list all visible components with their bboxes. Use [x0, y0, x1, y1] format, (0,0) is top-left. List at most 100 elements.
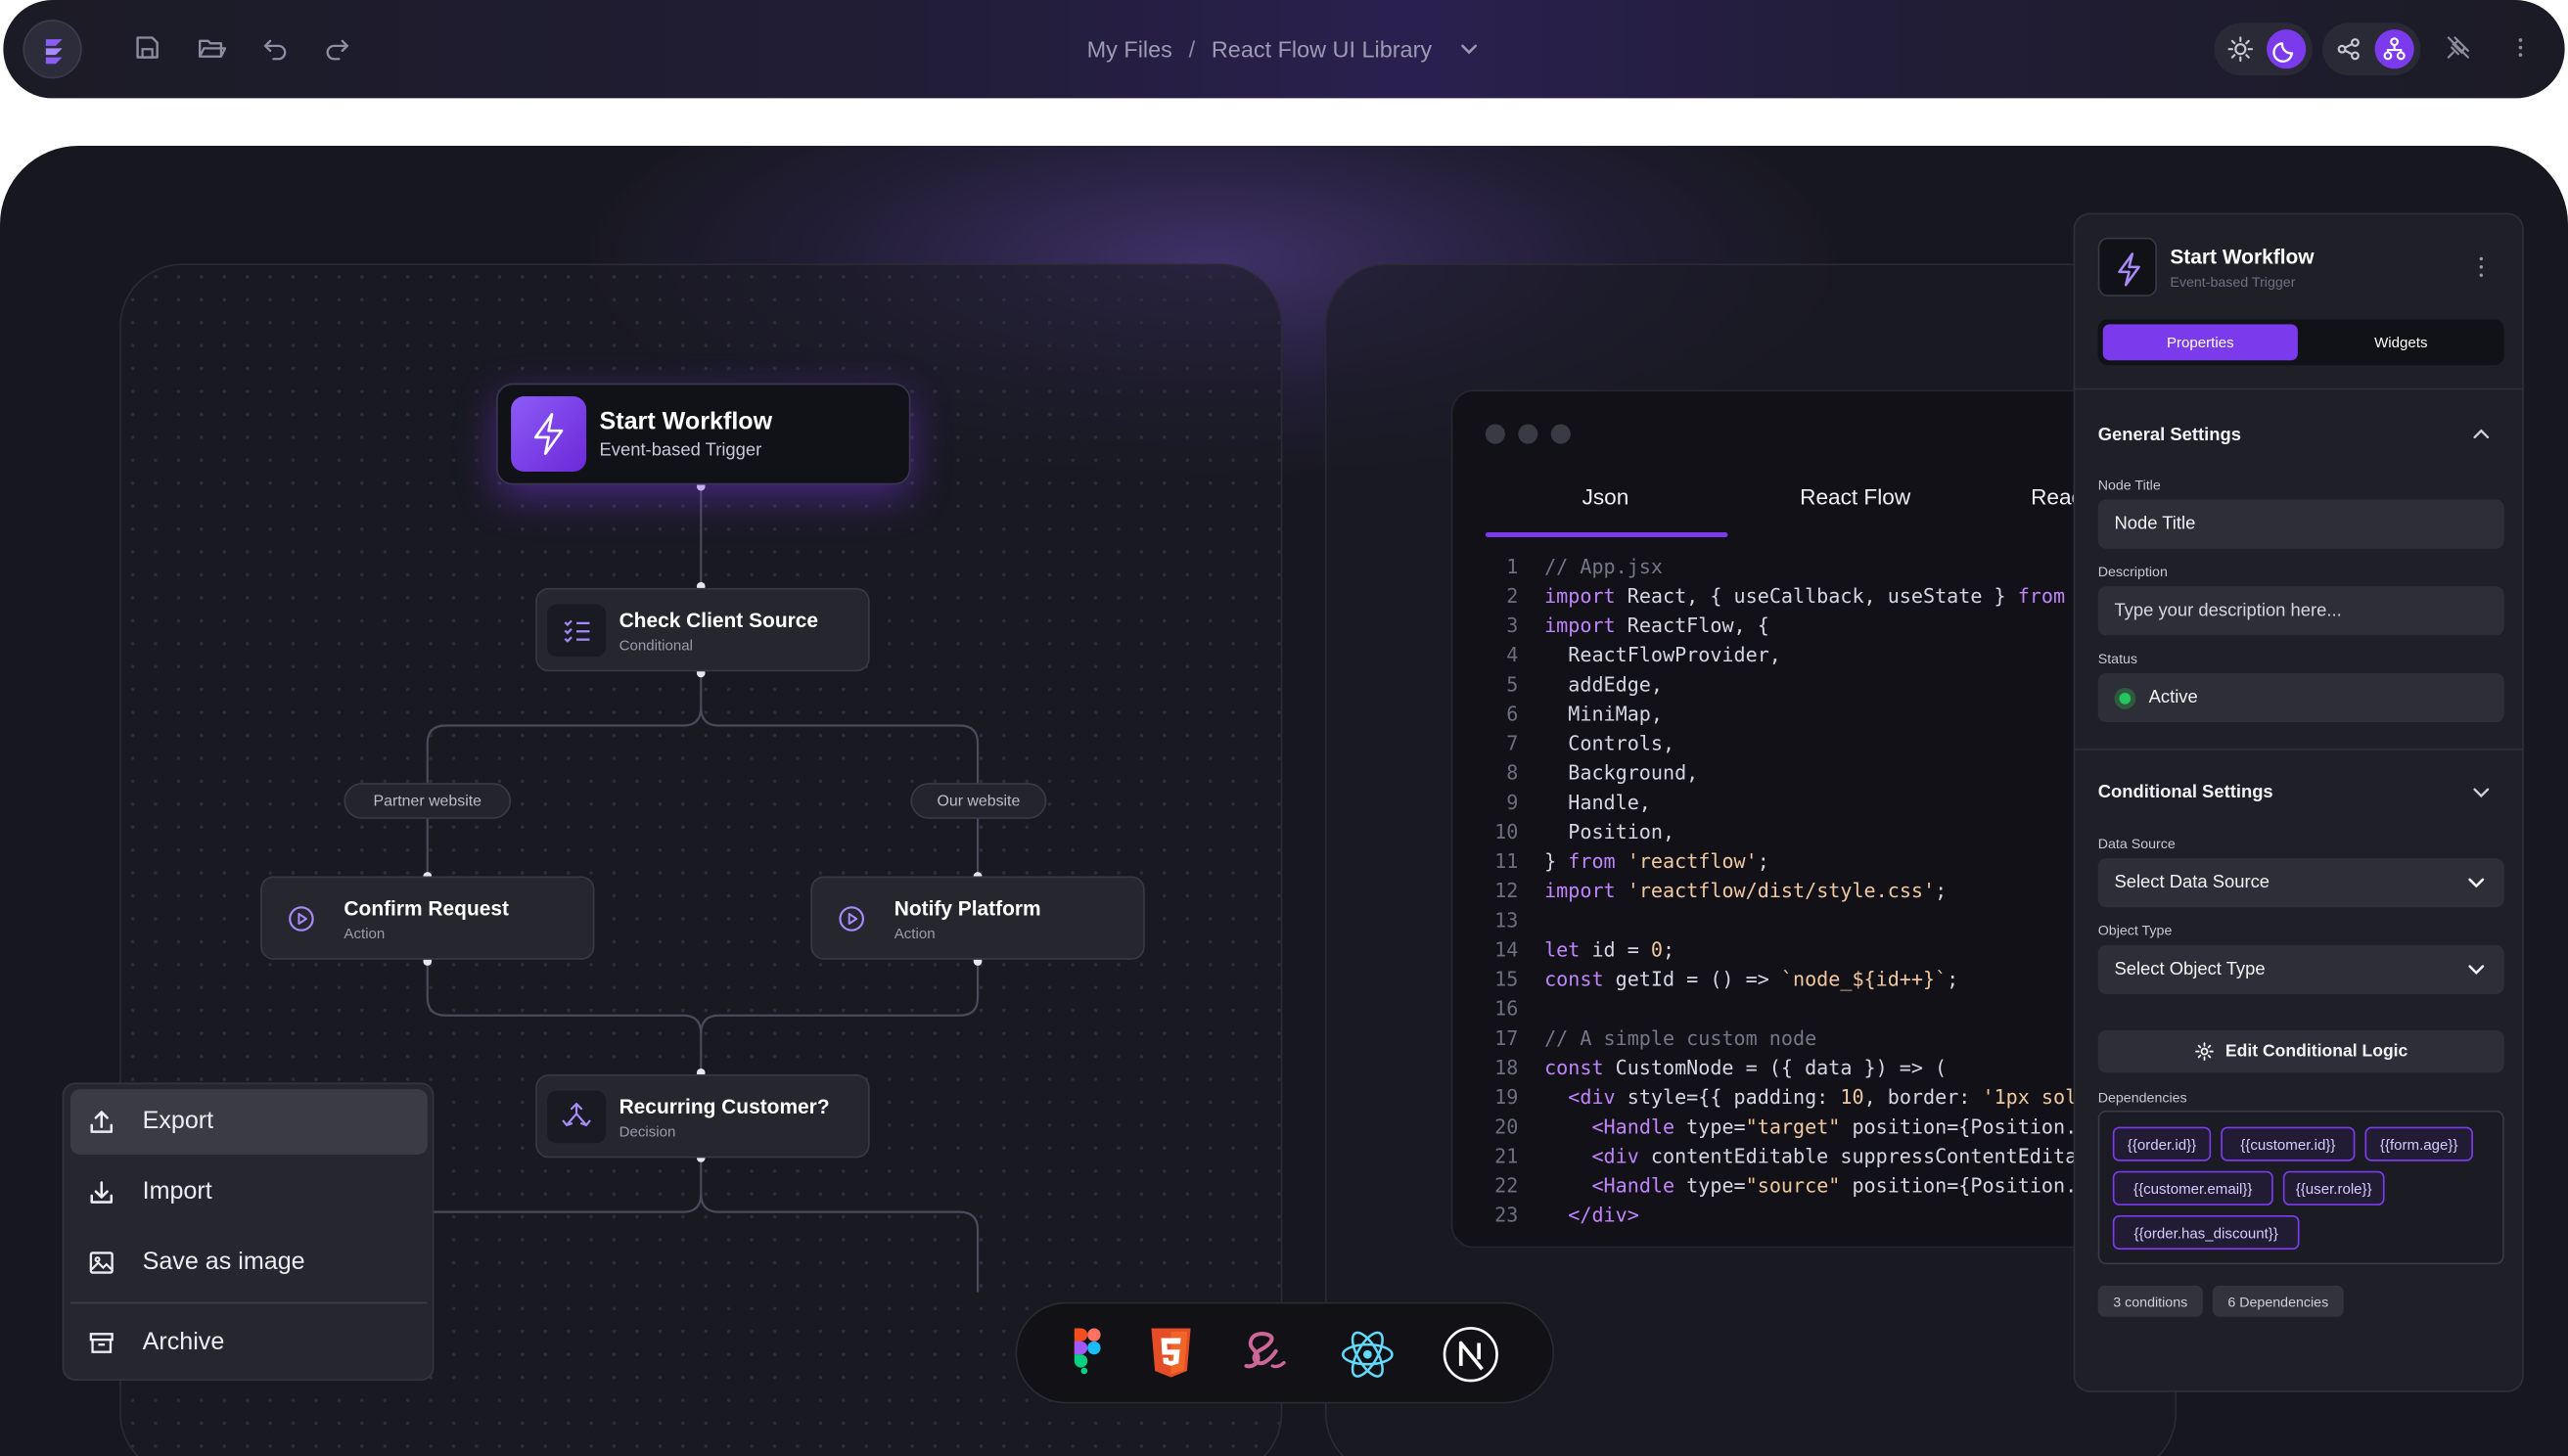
data-source-label: Data Source: [2097, 835, 2176, 852]
flow-icon: [2383, 37, 2406, 61]
more-vertical-icon[interactable]: [2475, 253, 2488, 280]
confirm-request-node[interactable]: Confirm Request Action: [260, 876, 595, 960]
dependencies-label: Dependencies: [2097, 1089, 2187, 1106]
play-circle-icon: [839, 906, 865, 932]
status-select[interactable]: Active: [2097, 672, 2504, 723]
context-menu: Export Import Save as image Archive: [62, 1082, 435, 1381]
start-workflow-node[interactable]: Start Workflow Event-based Trigger: [496, 383, 911, 485]
breadcrumb-root[interactable]: My Files: [1087, 36, 1172, 63]
panel-node-icon-box: [2097, 237, 2157, 296]
light-theme-button[interactable]: [2221, 29, 2260, 68]
panel-tabs: Properties Widgets: [2097, 319, 2504, 366]
dark-theme-button[interactable]: [2267, 29, 2307, 69]
data-source-value: Select Data Source: [2114, 873, 2270, 893]
gear-icon: [2194, 1042, 2214, 1061]
image-icon: [89, 1251, 114, 1274]
start-node-title: Start Workflow: [599, 407, 773, 436]
description-input[interactable]: Type your description here...: [2097, 586, 2504, 636]
node-title-input[interactable]: Node Title: [2097, 499, 2504, 549]
sass-icon: [1244, 1332, 1286, 1369]
start-node-subtitle: Event-based Trigger: [599, 440, 762, 461]
main-canvas: Start Workflow Event-based Trigger Check…: [0, 145, 2568, 1456]
check-client-source-node[interactable]: Check Client Source Conditional: [535, 587, 870, 672]
edit-conditional-logic-button[interactable]: Edit Conditional Logic: [2097, 1029, 2504, 1073]
dependency-chip[interactable]: {{customer.email}}: [2112, 1170, 2273, 1206]
lightning-icon: [533, 413, 564, 455]
html5-icon: [1151, 1328, 1191, 1378]
menu-item-archive[interactable]: Archive: [70, 1310, 428, 1376]
object-type-label: Object Type: [2097, 922, 2173, 939]
tab-widgets[interactable]: Widgets: [2303, 324, 2499, 360]
tab-json[interactable]: Json: [1582, 484, 1629, 509]
general-settings-title[interactable]: General Settings: [2098, 426, 2241, 445]
dependencies-box: {{order.id}} {{customer.id}} {{form.age}…: [2097, 1110, 2504, 1265]
menu-item-export[interactable]: Export: [69, 1089, 428, 1156]
breadcrumb-current[interactable]: React Flow UI Library: [1212, 36, 1432, 63]
share-view-button[interactable]: [2329, 29, 2368, 68]
chevron-up-icon[interactable]: [2470, 423, 2493, 445]
node-title: Check Client Source: [619, 609, 819, 633]
chevron-down-icon[interactable]: [1458, 37, 1481, 60]
react-icon: [1341, 1331, 1394, 1378]
dependency-chip[interactable]: {{order.has_discount}}: [2112, 1214, 2300, 1251]
view-toggle: [2321, 23, 2421, 75]
sun-icon: [2227, 36, 2254, 63]
properties-panel: Start Workflow Event-based Trigger Prope…: [2073, 212, 2524, 1392]
start-node-icon-box: [511, 396, 587, 473]
dependencies-count-badge: 6 Dependencies: [2212, 1285, 2344, 1317]
app-root: My Files / React Flow UI Library Start W…: [0, 0, 2568, 1456]
node-icon-box: [546, 1090, 607, 1144]
menu-item-import[interactable]: Import: [70, 1160, 428, 1225]
node-subtitle: Decision: [619, 1123, 676, 1140]
window-dot: [1550, 424, 1571, 444]
node-subtitle: Action: [894, 925, 936, 942]
dependency-chip[interactable]: {{customer.id}}: [2221, 1126, 2356, 1161]
nextjs-icon: [1443, 1327, 1498, 1383]
breadcrumb-separator: /: [1188, 35, 1196, 63]
description-label: Description: [2097, 563, 2168, 580]
share-icon: [2337, 38, 2360, 61]
tab-properties[interactable]: Properties: [2102, 324, 2298, 361]
flow-view-button[interactable]: [2374, 29, 2414, 69]
status-value: Active: [2148, 687, 2198, 708]
panel-divider: [2075, 748, 2523, 751]
more-vertical-icon[interactable]: [2505, 32, 2535, 62]
panel-title: Start Workflow: [2170, 246, 2315, 269]
tech-stack-bar: [1015, 1301, 1555, 1404]
active-tab-indicator: [1485, 531, 1728, 538]
node-icon-box: [272, 892, 331, 945]
node-title-label: Node Title: [2097, 477, 2161, 493]
split-icon: [562, 1102, 591, 1127]
edge-label-our-website[interactable]: Our website: [910, 783, 1047, 819]
recurring-customer-node[interactable]: Recurring Customer? Decision: [535, 1074, 870, 1159]
dependency-chip[interactable]: {{user.role}}: [2282, 1170, 2385, 1206]
node-title: Confirm Request: [344, 897, 509, 921]
status-active-indicator: [2114, 687, 2136, 708]
menu-item-save-as-image[interactable]: Save as image: [70, 1230, 428, 1296]
lightning-icon: [2118, 252, 2140, 287]
menu-item-label: Import: [142, 1177, 212, 1206]
conditional-settings-title[interactable]: Conditional Settings: [2098, 783, 2273, 802]
dependency-chip[interactable]: {{order.id}}: [2112, 1126, 2212, 1161]
edit-button-label: Edit Conditional Logic: [2224, 1041, 2408, 1062]
menu-divider: [69, 1301, 428, 1304]
top-bar: My Files / React Flow UI Library: [3, 0, 2565, 99]
notify-platform-node[interactable]: Notify Platform Action: [810, 876, 1145, 960]
menu-item-label: Save as image: [142, 1248, 305, 1276]
play-circle-icon: [289, 906, 314, 932]
checklist-icon: [564, 619, 590, 643]
edge-label-partner-website[interactable]: Partner website: [344, 783, 512, 819]
node-icon-box: [822, 892, 881, 945]
tab-react-flow[interactable]: React Flow: [1800, 484, 1910, 509]
figma-icon: [1074, 1328, 1101, 1375]
node-title: Notify Platform: [894, 897, 1041, 921]
unpin-icon[interactable]: [2444, 32, 2473, 62]
data-source-select[interactable]: Select Data Source: [2097, 858, 2504, 908]
chevron-down-icon: [2468, 965, 2485, 976]
menu-item-label: Export: [142, 1107, 214, 1135]
chevron-down-icon[interactable]: [2470, 781, 2493, 803]
object-type-select[interactable]: Select Object Type: [2097, 944, 2504, 994]
node-title: Recurring Customer?: [619, 1095, 830, 1119]
breadcrumb: My Files / React Flow UI Library: [3, 0, 2564, 98]
dependency-chip[interactable]: {{form.age}}: [2364, 1126, 2473, 1161]
